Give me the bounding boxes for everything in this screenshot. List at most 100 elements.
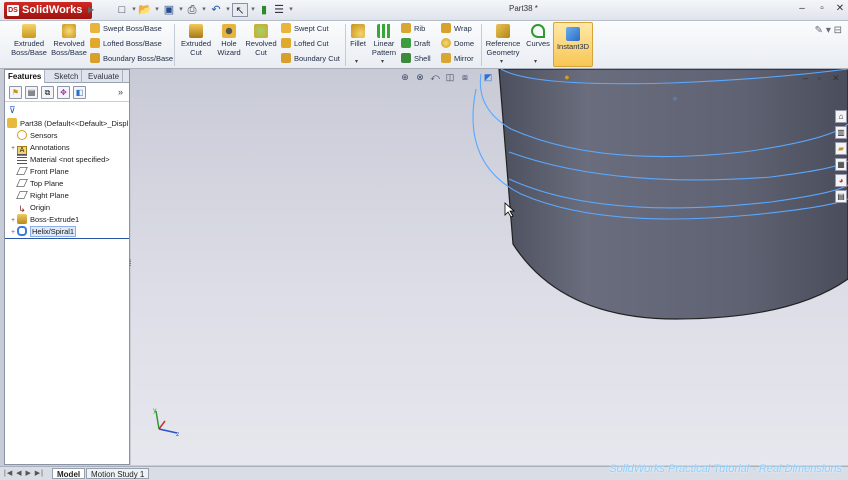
filter-icon[interactable]: ⊽: [9, 105, 16, 116]
extrude-icon: [17, 214, 27, 224]
appearances-icon[interactable]: ◕: [835, 174, 847, 187]
solidworks-logo[interactable]: DS SolidWorks: [4, 2, 92, 19]
dimxpert-manager-icon[interactable]: ✥: [57, 86, 70, 99]
rollback-bar[interactable]: [5, 238, 129, 239]
section-view-icon[interactable]: ◫: [443, 72, 457, 83]
zoom-to-fit-icon[interactable]: ⊕: [398, 72, 412, 83]
tree-item-boss-extrude1[interactable]: + Boss-Extrude1: [9, 214, 79, 226]
tab-features[interactable]: Features: [5, 70, 46, 83]
revolved-cut-button[interactable]: Revolved Cut: [244, 24, 278, 57]
dome-icon: [441, 38, 451, 48]
tree-item-annotations[interactable]: + A Annotations: [9, 142, 70, 156]
sensors-icon: [17, 130, 27, 140]
reference-geometry-dropdown-icon[interactable]: ▾: [500, 58, 503, 65]
revolved-boss-button[interactable]: Revolved Boss/Base: [50, 24, 88, 57]
open-dropdown-icon[interactable]: ▾: [153, 3, 161, 17]
svg-text:z: z: [176, 431, 179, 438]
rib-button[interactable]: Rib: [401, 23, 425, 35]
view-orientation-icon[interactable]: ⧈: [458, 72, 472, 83]
print-dropdown-icon[interactable]: ▾: [200, 3, 208, 17]
plane-icon: [16, 191, 28, 199]
extruded-boss-label: Extruded Boss/Base: [11, 39, 47, 57]
tree-item-part[interactable]: Part38 (Default<<Default>_Displ: [7, 118, 128, 130]
fillet-button[interactable]: Fillet: [348, 24, 368, 48]
tree-item-helix-spiral1[interactable]: + Helix/Spiral1: [9, 226, 77, 238]
swept-boss-button[interactable]: Swept Boss/Base: [90, 23, 162, 35]
view-palette-icon[interactable]: ▦: [835, 158, 847, 171]
tree-item-origin[interactable]: ↳ Origin: [9, 202, 50, 214]
print-icon[interactable]: ⎙: [184, 3, 200, 17]
viewport-close-icon[interactable]: ✕: [832, 73, 840, 84]
display-style-icon[interactable]: ◩: [481, 72, 495, 83]
design-library-icon[interactable]: ▥: [835, 126, 847, 139]
options-icon[interactable]: ☰: [271, 3, 287, 17]
rebuild-icon[interactable]: ▮: [256, 3, 272, 17]
zoom-to-area-icon[interactable]: ⊗: [413, 72, 427, 83]
file-explorer-icon[interactable]: ▰: [835, 142, 847, 155]
boundary-cut-button[interactable]: Boundary Cut: [281, 53, 340, 65]
shell-button[interactable]: Shell: [401, 53, 431, 65]
pin-icon[interactable]: ✎ ▾ ⊟: [815, 25, 842, 36]
tree-label: Front Plane: [30, 167, 69, 176]
appearance-icon[interactable]: ●: [560, 72, 574, 82]
swept-cut-label: Swept Cut: [294, 24, 329, 33]
extruded-boss-icon: [22, 24, 36, 38]
tab-sketch[interactable]: Sketch: [51, 70, 83, 83]
close-icon[interactable]: ✕: [834, 3, 846, 14]
boundary-boss-icon: [90, 53, 100, 63]
minimize-icon[interactable]: –: [796, 3, 808, 14]
restore-icon[interactable]: ▫: [816, 3, 828, 14]
tab-scroll-arrows-icon[interactable]: |◀ ◀ ▶ ▶|: [4, 469, 44, 477]
swept-cut-button[interactable]: Swept Cut: [281, 23, 329, 35]
tree-item-material[interactable]: Material <not specified>: [9, 154, 110, 166]
extruded-boss-button[interactable]: Extruded Boss/Base: [10, 24, 48, 57]
new-icon[interactable]: □: [114, 3, 130, 17]
open-icon[interactable]: 📂: [137, 3, 153, 17]
hole-wizard-button[interactable]: Hole Wizard: [214, 24, 244, 57]
viewport-minimize-icon[interactable]: –: [803, 73, 808, 83]
tree-item-sensors[interactable]: Sensors: [9, 130, 58, 142]
panel-icon-bar: ⚑ ▤ ⧉ ✥ ◧ »: [5, 85, 129, 102]
custom-properties-icon[interactable]: ▤: [835, 190, 847, 203]
options-dropdown-icon[interactable]: ▾: [287, 3, 295, 17]
tab-model[interactable]: Model: [52, 468, 86, 479]
tree-item-top-plane[interactable]: Top Plane: [9, 178, 63, 190]
mirror-button[interactable]: Mirror: [441, 53, 474, 65]
feature-tree-icon[interactable]: ⚑: [9, 86, 22, 99]
lofted-boss-button[interactable]: Lofted Boss/Base: [90, 38, 162, 50]
select-icon[interactable]: ↖: [232, 3, 248, 17]
boundary-boss-button[interactable]: Boundary Boss/Base: [90, 53, 173, 65]
mirror-label: Mirror: [454, 54, 474, 63]
curves-button[interactable]: Curves: [524, 24, 552, 48]
menu-arrow-icon[interactable]: ▶: [88, 5, 94, 14]
curves-dropdown-icon[interactable]: ▾: [534, 58, 537, 65]
tree-item-front-plane[interactable]: Front Plane: [9, 166, 69, 178]
tree-item-right-plane[interactable]: Right Plane: [9, 190, 69, 202]
display-manager-icon[interactable]: ◧: [73, 86, 86, 99]
part-icon: [7, 118, 17, 128]
wrap-icon: [441, 23, 451, 33]
wrap-button[interactable]: Wrap: [441, 23, 472, 35]
save-icon[interactable]: ▣: [161, 3, 177, 17]
linear-pattern-button[interactable]: Linear Pattern: [370, 24, 398, 57]
dome-button[interactable]: Dome: [441, 38, 474, 50]
draft-button[interactable]: Draft: [401, 38, 430, 50]
extruded-cut-button[interactable]: Extruded Cut: [178, 24, 214, 57]
shell-icon: [401, 53, 411, 63]
tab-evaluate[interactable]: Evaluate: [85, 70, 124, 83]
undo-icon[interactable]: ↶: [208, 3, 224, 17]
separator: [345, 24, 346, 66]
linear-pattern-dropdown-icon[interactable]: ▾: [381, 58, 384, 65]
previous-view-icon[interactable]: ⤺: [428, 72, 442, 83]
lofted-cut-button[interactable]: Lofted Cut: [281, 38, 329, 50]
viewport-restore-icon[interactable]: ▫: [818, 73, 821, 83]
undo-dropdown-icon[interactable]: ▾: [224, 3, 232, 17]
expand-panel-icon[interactable]: »: [118, 87, 123, 97]
property-manager-icon[interactable]: ▤: [25, 86, 38, 99]
configuration-manager-icon[interactable]: ⧉: [41, 86, 54, 99]
tab-motion-study-1[interactable]: Motion Study 1: [86, 468, 150, 479]
reference-geometry-button[interactable]: Reference Geometry: [485, 24, 521, 57]
resources-icon[interactable]: ⌂: [835, 110, 847, 123]
graphics-area[interactable]: + z y: [131, 68, 848, 465]
fillet-dropdown-icon[interactable]: ▾: [355, 58, 358, 65]
